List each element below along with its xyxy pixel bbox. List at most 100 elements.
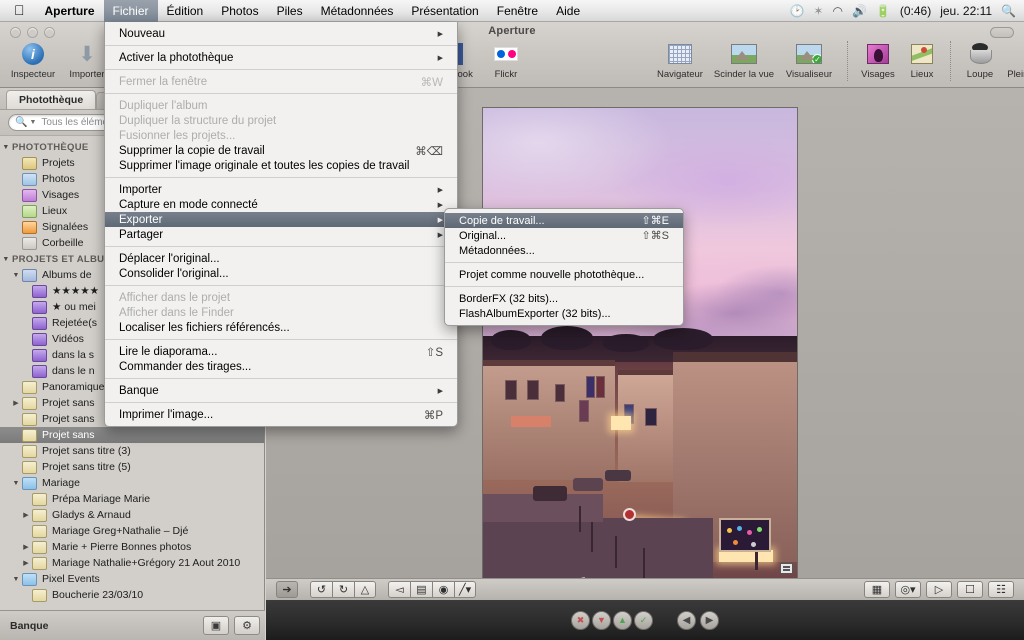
sidebar-item-mariage[interactable]: ▼ Mariage [0, 475, 264, 491]
sidebar-item-projet-sans-titre-5-[interactable]: Projet sans titre (5) [0, 459, 264, 475]
faces-icon [855, 41, 901, 67]
menu-bar-item-aide[interactable]: Aide [547, 0, 589, 22]
menu-item-copie-de-travail-[interactable]: Copie de travail... ⇧⌘E [445, 213, 683, 228]
menu-item-d-placer-l-original-[interactable]: Déplacer l'original... [105, 251, 457, 266]
chevron-down-icon[interactable]: ▼ [0, 144, 12, 151]
straighten-icon[interactable]: △ [354, 581, 376, 598]
menu-item-importer[interactable]: Importer ▶ [105, 182, 457, 197]
menu-item-imprimer-l-image-[interactable]: Imprimer l'image... ⌘P [105, 407, 457, 422]
menu-item-projet-comme-nouvelle-phototh-[interactable]: Projet comme nouvelle photothèque... [445, 267, 683, 282]
menu-item-consolider-l-original-[interactable]: Consolider l'original... [105, 266, 457, 281]
flip-icon[interactable]: ◅ [388, 581, 410, 598]
menu-bar-item-pr-sentation[interactable]: Présentation [402, 0, 487, 22]
time-machine-icon[interactable]: 🕑 [789, 4, 804, 18]
redeye-icon[interactable]: ◉ [432, 581, 454, 598]
menu-bar-item--dition[interactable]: Édition [158, 0, 213, 22]
toolbar-navigateur-button[interactable]: Navigateur [650, 41, 710, 80]
new-album-icon[interactable]: ▣ [203, 616, 229, 635]
arrow-right-icon[interactable]: ▶ [700, 610, 719, 630]
menu-item-capture-en-mode-connect-[interactable]: Capture en mode connecté ▶ [105, 197, 457, 212]
chevron-right-icon[interactable]: ▶ [20, 543, 32, 551]
battery-icon[interactable]: 🔋 [876, 4, 891, 18]
rating-up-icon[interactable]: ▲ [613, 610, 632, 630]
photo-image[interactable] [482, 107, 798, 579]
toolbar-lieux-button[interactable]: Lieux [901, 41, 943, 80]
menu-item-partager[interactable]: Partager ▶ [105, 227, 457, 242]
bluetooth-icon[interactable]: ✶ [813, 4, 823, 18]
menu-bar-item-photos[interactable]: Photos [212, 0, 267, 22]
menu-bar-item-fichier[interactable]: Fichier [103, 0, 158, 22]
toolbar-loupe-button[interactable]: Loupe [958, 41, 1002, 80]
toolbar-visages-button[interactable]: Visages [855, 41, 901, 80]
chevron-right-icon[interactable]: ▶ [20, 559, 32, 567]
menu-bar-item-fen-tre[interactable]: Fenêtre [488, 0, 547, 22]
toolbar-inspecteur-button[interactable]: i Inspecteur [6, 41, 60, 80]
rotate-right-icon[interactable]: ↻ [332, 581, 354, 598]
rating-down-icon[interactable]: ▼ [592, 610, 611, 630]
fichier-dropdown-menu[interactable]: Nouveau ▶ Activer la photothèque ▶ Fermer la… [104, 22, 458, 427]
tab-photothèque[interactable]: Photothèque [6, 90, 97, 109]
sidebar-item-mariage-greg-nathalie-dj-[interactable]: Mariage Greg+Nathalie – Djé [0, 523, 264, 539]
chevron-right-icon[interactable]: ▶ [20, 511, 32, 519]
menu-item-label: Consolider l'original... [119, 267, 229, 280]
menu-item-lire-le-diaporama-[interactable]: Lire le diaporama... ⇧S [105, 344, 457, 359]
sidebar-item-projet-sans-titre-3-[interactable]: Projet sans titre (3) [0, 443, 264, 459]
sidebar-item-mariage-nathalie-gr-gory-21-[interactable]: ▶ Mariage Nathalie+Grégory 21 Aout 2010 [0, 555, 264, 571]
menu-item-borderfx-32-bits-[interactable]: BorderFX (32 bits)... [445, 291, 683, 306]
exporter-submenu[interactable]: Copie de travail... ⇧⌘E Original... ⇧⌘S Méta… [444, 208, 684, 326]
menu-item-activer-la-phototh-que[interactable]: Activer la photothèque ▶ [105, 50, 457, 65]
menu-separator [105, 93, 457, 94]
menu-bar-item-m-tadonn-es[interactable]: Métadonnées [312, 0, 403, 22]
chevron-down-icon[interactable]: ▼ [10, 576, 22, 583]
cursor-arrow-icon[interactable]: ➔ [276, 581, 298, 598]
single-view-icon[interactable]: ☐ [957, 581, 983, 598]
chevron-down-icon[interactable]: ▼ [10, 480, 22, 487]
smart-album-icon [32, 332, 47, 346]
menu-item-banque[interactable]: Banque ▶ [105, 383, 457, 398]
menu-item-supprimer-la-copie-de-travail[interactable]: Supprimer la copie de travail ⌘⌫ [105, 143, 457, 158]
retouch-brush-icon[interactable]: ╱▾ [454, 581, 477, 598]
apple-menu-icon[interactable]:  [0, 0, 36, 21]
toolbar-plein-ecran-button[interactable]: ⇱ Plein écran [1002, 41, 1024, 80]
crop-icon[interactable]: ▤ [410, 581, 432, 598]
menu-item-nouveau[interactable]: Nouveau ▶ [105, 26, 457, 41]
sidebar-item-projet-sans[interactable]: Projet sans [0, 427, 264, 443]
menu-item-exporter[interactable]: Exporter ▶ [105, 212, 457, 227]
arrow-left-icon[interactable]: ◀ [677, 610, 696, 630]
menu-item-commander-des-tirages-[interactable]: Commander des tirages... [105, 359, 457, 374]
menu-item-supprimer-l-image-originale-et[interactable]: Supprimer l'image originale et toutes le… [105, 158, 457, 173]
toolbar-visualiseur-button[interactable]: ✓ Visualiseur [778, 41, 840, 80]
sidebar-item-pr-pa-mariage-marie[interactable]: Prépa Mariage Marie [0, 491, 264, 507]
select-check-icon[interactable]: ✓ [634, 610, 653, 630]
rotate-left-icon[interactable]: ↺ [310, 581, 332, 598]
gear-icon[interactable]: ⚙ [234, 616, 260, 635]
chevron-right-icon[interactable]: ▶ [10, 399, 22, 407]
chevron-down-icon[interactable]: ▼ [10, 272, 22, 279]
menu-bar-clock[interactable]: jeu. 22:11 [940, 4, 992, 18]
sidebar-item-marie-pierre-bonnes-photos[interactable]: ▶ Marie + Pierre Bonnes photos [0, 539, 264, 555]
menu-item-label: BorderFX (32 bits)... [459, 292, 559, 305]
wifi-icon[interactable]: ◠ [832, 4, 842, 18]
spotlight-search-icon[interactable]: 🔍 [1001, 4, 1016, 18]
toolbar-flickr-button[interactable]: Flickr [479, 41, 533, 80]
reject-icon[interactable]: ✖ [571, 610, 590, 630]
slideshow-icon[interactable]: ▦ [864, 581, 890, 598]
keywords-icon[interactable]: ◎▾ [895, 581, 921, 598]
chevron-down-icon[interactable]: ▼ [29, 119, 36, 126]
menu-item-flashalbumexporter-32-bits-[interactable]: FlashAlbumExporter (32 bits)... [445, 306, 683, 321]
menu-item-m-tadonn-es-[interactable]: Métadonnées... [445, 243, 683, 258]
menu-item-original-[interactable]: Original... ⇧⌘S [445, 228, 683, 243]
toolbar-toggle-button[interactable] [990, 27, 1014, 38]
filmstrip-icon[interactable]: ☷ [988, 581, 1014, 598]
sidebar-item-boucherie-23-03-10[interactable]: Boucherie 23/03/10 [0, 587, 264, 603]
sidebar-item-pixel-events[interactable]: ▼ Pixel Events [0, 571, 264, 587]
menu-item-localiser-les-fichiers-r-f-ren[interactable]: Localiser les fichiers référencés... [105, 320, 457, 335]
metadata-icon[interactable]: ▷ [926, 581, 952, 598]
menu-bar-item-aperture[interactable]: Aperture [36, 0, 104, 22]
menu-bar-item-piles[interactable]: Piles [268, 0, 312, 22]
volume-icon[interactable]: 🔊 [852, 4, 867, 18]
toolbar-scinder-la-vue-button[interactable]: Scinder la vue [710, 41, 778, 80]
sidebar-item-label: dans le n [52, 365, 95, 377]
chevron-down-icon[interactable]: ▼ [0, 256, 12, 263]
sidebar-item-gladys-arnaud[interactable]: ▶ Gladys & Arnaud [0, 507, 264, 523]
